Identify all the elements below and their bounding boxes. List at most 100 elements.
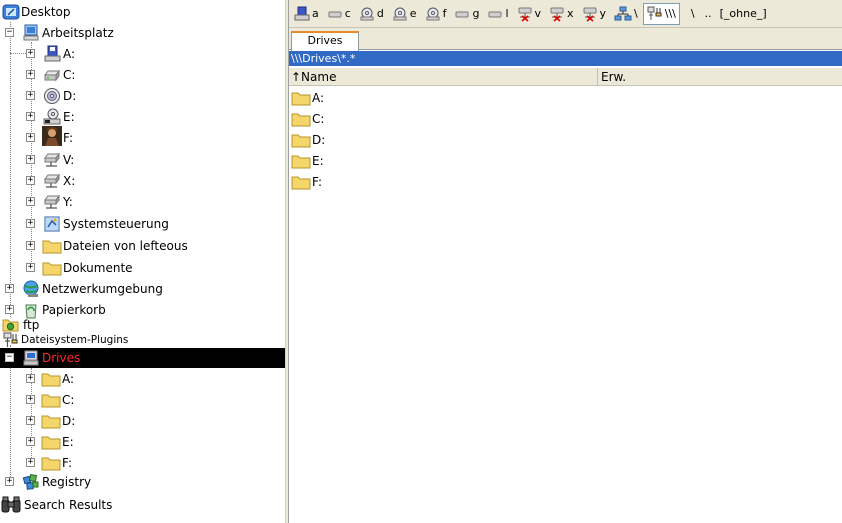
current-path[interactable]: \\\Drives\*.*: [289, 51, 842, 66]
tree-item-systemsteuerung[interactable]: + Systemsteuerung: [0, 213, 285, 234]
tree-item-netzwerk[interactable]: + Netzwerkumgebung: [0, 278, 285, 299]
folder-icon: [291, 172, 311, 192]
expand-toggle[interactable]: +: [26, 395, 35, 404]
tree-label: Systemsteuerung: [63, 216, 169, 231]
tree-item-drives-d[interactable]: + D:: [0, 410, 285, 431]
drive-button-x[interactable]: x: [546, 3, 577, 25]
folder-icon: [41, 411, 61, 431]
tree-item-drives-f[interactable]: + F:: [0, 452, 285, 473]
list-item[interactable]: E:: [291, 150, 324, 171]
expand-toggle[interactable]: +: [26, 155, 35, 164]
list-item[interactable]: C:: [291, 108, 324, 129]
custom-drive-icon: [42, 126, 62, 146]
folder-tree[interactable]: Desktop − Arbeitsplatz + A: + C: + D: +: [0, 0, 285, 523]
tree-item-drives[interactable]: − Drives: [0, 348, 285, 368]
root-button[interactable]: \: [688, 3, 698, 25]
tree-label: Dateisystem-Plugins: [21, 334, 129, 346]
expand-toggle[interactable]: +: [26, 416, 35, 425]
tree-item-ftp[interactable]: ftp: [0, 316, 285, 333]
floppy-icon: [294, 6, 310, 20]
tab-drives[interactable]: Drives: [291, 31, 359, 51]
cd-icon: [360, 7, 374, 20]
tree-item-arbeitsplatz[interactable]: − Arbeitsplatz: [0, 22, 285, 43]
collapse-toggle[interactable]: −: [5, 28, 14, 37]
list-item[interactable]: F:: [291, 171, 322, 192]
drive-letter: e: [409, 7, 417, 20]
column-name[interactable]: ↑Name: [289, 68, 598, 86]
drive-button-l[interactable]: l: [484, 3, 511, 25]
registry-icon: [21, 472, 41, 492]
list-item[interactable]: A:: [291, 87, 324, 108]
tree-label: Registry: [42, 474, 92, 489]
binoculars-icon: [0, 495, 22, 515]
expand-toggle[interactable]: +: [26, 49, 35, 58]
drive-letter: c: [344, 7, 351, 20]
tree-item-drives-e[interactable]: + E:: [0, 431, 285, 452]
tree-label: Drives: [42, 351, 81, 365]
tree-item-drives-a[interactable]: + A:: [0, 368, 285, 389]
tree-item-drive-v[interactable]: + V:: [0, 149, 285, 170]
expand-toggle[interactable]: +: [5, 305, 14, 314]
drive-letter: y: [599, 7, 607, 20]
tree-item-drive-f[interactable]: + F:: [0, 126, 285, 148]
drive-button-d[interactable]: d: [356, 3, 387, 25]
tree-item-desktop[interactable]: Desktop: [0, 1, 285, 22]
tree-item-dateien[interactable]: + Dateien von lefteous: [0, 235, 285, 256]
cd-drive-icon: [42, 86, 62, 106]
hard-drive-icon: [328, 11, 342, 17]
expand-toggle[interactable]: +: [26, 374, 35, 383]
tree-item-search-results[interactable]: Search Results: [0, 494, 285, 515]
expand-toggle[interactable]: +: [26, 437, 35, 446]
tree-item-drive-a[interactable]: + A:: [0, 43, 285, 64]
expand-toggle[interactable]: +: [5, 284, 14, 293]
button-label: \: [634, 7, 638, 20]
removable-drive-icon: [488, 11, 502, 17]
expand-toggle[interactable]: +: [26, 133, 35, 142]
tree-item-drive-y[interactable]: + Y:: [0, 191, 285, 212]
drive-button-y[interactable]: y: [579, 3, 610, 25]
expand-toggle[interactable]: +: [26, 91, 35, 100]
drive-button-bar: a c d e f g l v x y \ \\\ \ .. [_ohne_]: [289, 0, 842, 28]
tree-label: X:: [63, 173, 76, 188]
folder-icon: [41, 390, 61, 410]
tree-label: D:: [63, 88, 77, 103]
expand-toggle[interactable]: +: [5, 477, 14, 486]
folder-icon: [42, 258, 62, 278]
expand-toggle[interactable]: +: [26, 241, 35, 250]
expand-toggle[interactable]: +: [26, 263, 35, 272]
tree-item-dokumente[interactable]: + Dokumente: [0, 257, 285, 278]
tree-item-drive-d[interactable]: + D:: [0, 85, 285, 106]
drive-button-g[interactable]: g: [451, 3, 482, 25]
expand-toggle[interactable]: +: [26, 70, 35, 79]
tree-label: E:: [62, 434, 74, 449]
drive-button-f[interactable]: f: [422, 3, 450, 25]
plugins-button[interactable]: \\\: [642, 2, 680, 25]
collapse-toggle[interactable]: −: [5, 353, 14, 362]
column-extension[interactable]: Erw.: [598, 68, 842, 86]
tree-label: Dateien von lefteous: [63, 238, 188, 253]
network-icon: [21, 279, 41, 299]
list-item[interactable]: D:: [291, 129, 325, 150]
drive-button-a[interactable]: a: [291, 3, 322, 25]
tree-label: Y:: [63, 194, 73, 209]
tree-item-drive-e[interactable]: + E:: [0, 106, 285, 127]
disconnected-network-drive-icon: [583, 7, 597, 22]
expand-toggle[interactable]: +: [26, 197, 35, 206]
tree-item-plugins[interactable]: Dateisystem-Plugins: [0, 332, 285, 348]
tree-label: F:: [63, 130, 74, 145]
tree-label: C:: [62, 392, 75, 407]
expand-toggle[interactable]: +: [26, 112, 35, 121]
tree-item-drive-c[interactable]: + C:: [0, 64, 285, 85]
drive-button-e[interactable]: e: [389, 3, 420, 25]
tree-item-registry[interactable]: + Registry: [0, 471, 285, 492]
expand-toggle[interactable]: +: [26, 219, 35, 228]
expand-toggle[interactable]: +: [26, 458, 35, 467]
network-drive-icon: [42, 150, 62, 170]
expand-toggle[interactable]: +: [26, 176, 35, 185]
tree-item-drives-c[interactable]: + C:: [0, 389, 285, 410]
parent-dir-button[interactable]: ..: [702, 3, 715, 25]
drive-button-v[interactable]: v: [514, 3, 545, 25]
network-button[interactable]: \: [611, 3, 641, 25]
drive-button-c[interactable]: c: [324, 3, 354, 25]
tree-item-drive-x[interactable]: + X:: [0, 170, 285, 191]
